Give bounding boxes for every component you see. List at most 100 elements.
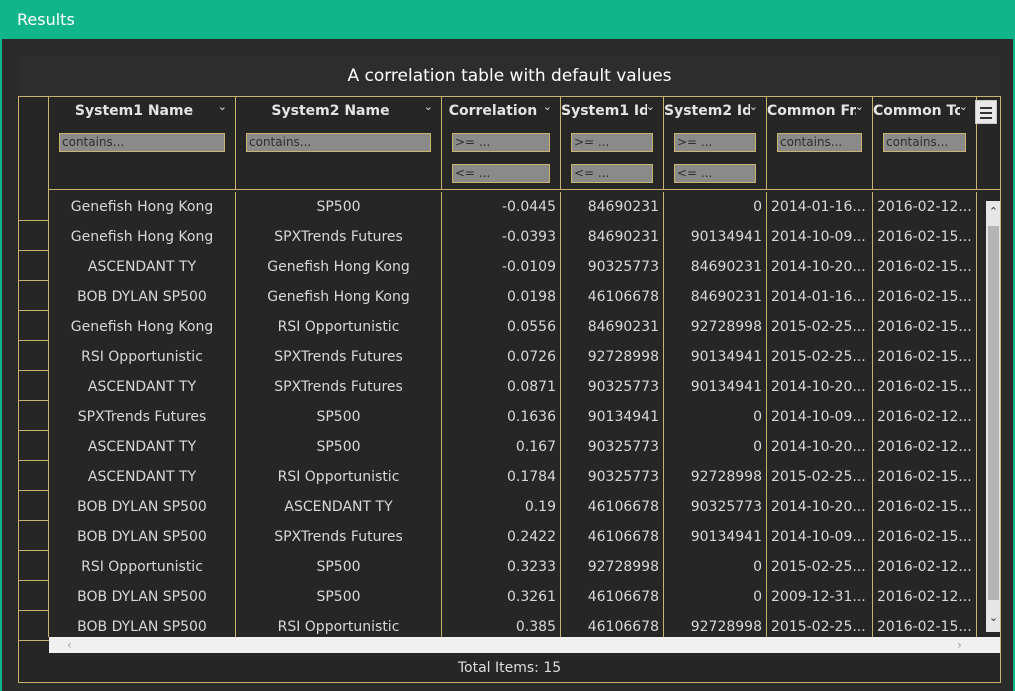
cell-system2-name: SP500 (236, 432, 442, 462)
cell-common-to: 2016-02-12... (873, 432, 977, 462)
column-header-label: Common Fr... (767, 103, 856, 119)
cell-common-to: 2016-02-15... (873, 372, 977, 402)
row-selector[interactable] (19, 311, 49, 341)
filter-input-system1-name[interactable]: contains... (59, 133, 225, 152)
filter-input-common-from[interactable]: contains... (777, 133, 862, 152)
cell-system1-id: 90325773 (561, 372, 664, 402)
row-selector[interactable] (19, 191, 49, 221)
grid-panel: A correlation table with default values … (18, 56, 1001, 683)
row-selector[interactable] (19, 401, 49, 431)
cell-common-to: 2016-02-15... (873, 252, 977, 282)
filter-input-system2-id-max[interactable]: <= ... (674, 164, 756, 183)
chevron-down-icon[interactable]: ⌄ (959, 100, 968, 113)
cell-common-to: 2016-02-12... (873, 552, 977, 582)
filter-input-common-to[interactable]: contains... (883, 133, 966, 152)
table-row[interactable]: ASCENDANT TY Genefish Hong Kong -0.0109 903… (49, 252, 986, 282)
table-row[interactable]: ASCENDANT TY RSI Opportunistic 0.1784 90325… (49, 462, 986, 492)
row-selector[interactable] (19, 521, 49, 551)
column-header-system2-id[interactable]: System2 Id...⌄ >= ... <= ... (664, 97, 767, 190)
chevron-down-icon[interactable]: ⌄ (855, 100, 864, 113)
cell-system2-name: SP500 (236, 552, 442, 582)
cell-system2-id: 90134941 (664, 222, 767, 252)
hamburger-line (980, 112, 992, 114)
column-header-label: System1 Name (74, 103, 194, 119)
chevron-down-icon[interactable]: ⌄ (218, 100, 227, 113)
cell-system1-id: 84690231 (561, 312, 664, 342)
cell-common-to: 2016-02-12... (873, 402, 977, 432)
column-header-label: System2 Name (271, 103, 390, 119)
column-header-common-to[interactable]: Common To...⌄ contains... (873, 97, 977, 190)
filter-input-correlation-max[interactable]: <= ... (452, 164, 550, 183)
row-selector[interactable] (19, 581, 49, 611)
cell-correlation: -0.0109 (442, 252, 561, 282)
table-row[interactable]: Genefish Hong Kong SPXTrends Futures -0.03… (49, 222, 986, 252)
row-selector[interactable] (19, 461, 49, 491)
column-header-system1-id[interactable]: System1 Id...⌄ >= ... <= ... (561, 97, 664, 190)
cell-common-to: 2016-02-15... (873, 342, 977, 372)
table-row[interactable]: Genefish Hong Kong SP500 -0.0445 84690231 0 2… (49, 192, 986, 222)
table-row[interactable]: RSI Opportunistic SP500 0.3233 92728998 0 201… (49, 552, 986, 582)
chevron-down-icon[interactable]: ⌄ (424, 100, 433, 113)
grid-menu-button[interactable] (975, 100, 997, 124)
row-selector[interactable] (19, 371, 49, 401)
cell-system1-name: Genefish Hong Kong (49, 312, 236, 342)
cell-common-from: 2015-02-25... (767, 342, 873, 372)
row-selector[interactable] (19, 341, 49, 371)
table-row[interactable]: RSI Opportunistic SPXTrends Futures 0.0726… (49, 342, 986, 372)
column-header-system1-name[interactable]: System1 Name ⌄ contains... (49, 97, 236, 190)
cell-correlation: 0.2422 (442, 522, 561, 552)
row-selector[interactable] (19, 281, 49, 311)
table-row[interactable]: SPXTrends Futures SP500 0.1636 90134941 0 201… (49, 402, 986, 432)
table-row[interactable]: BOB DYLAN SP500 SPXTrends Futures 0.2422 46… (49, 522, 986, 552)
cell-common-from: 2015-02-25... (767, 612, 873, 637)
column-header-common-from[interactable]: Common Fr...⌄ contains... (767, 97, 873, 190)
table-row[interactable]: BOB DYLAN SP500 Genefish Hong Kong 0.0198 4… (49, 282, 986, 312)
row-selector[interactable] (19, 431, 49, 461)
cell-correlation: 0.0726 (442, 342, 561, 372)
table-row[interactable]: BOB DYLAN SP500 SP500 0.3261 46106678 0 2009-… (49, 582, 986, 612)
horizontal-scrollbar[interactable]: ‹ › (49, 637, 1000, 653)
data-grid: System1 Name ⌄ contains... System2 Name ⌄ con… (18, 96, 1001, 683)
cell-common-from: 2015-02-25... (767, 462, 873, 492)
chevron-down-icon[interactable]: ⌄ (646, 100, 655, 113)
filter-input-system1-id-max[interactable]: <= ... (571, 164, 653, 183)
vertical-scroll-thumb[interactable] (988, 226, 999, 600)
cell-common-from: 2014-10-20... (767, 492, 873, 522)
cell-system1-id: 84690231 (561, 222, 664, 252)
filter-input-system1-id-min[interactable]: >= ... (571, 133, 653, 152)
cell-system2-name: SPXTrends Futures (236, 372, 442, 402)
table-row[interactable]: Genefish Hong Kong RSI Opportunistic 0.055… (49, 312, 986, 342)
scroll-down-icon[interactable]: ⌄ (986, 611, 1000, 624)
row-selector[interactable] (19, 221, 49, 251)
filter-input-system2-id-min[interactable]: >= ... (674, 133, 756, 152)
cell-system2-name: RSI Opportunistic (236, 462, 442, 492)
row-selector[interactable] (19, 251, 49, 281)
chevron-down-icon[interactable]: ⌄ (543, 100, 552, 113)
cell-common-from: 2014-10-09... (767, 522, 873, 552)
table-row[interactable]: ASCENDANT TY SP500 0.167 90325773 0 2014-10-2… (49, 432, 986, 462)
cell-common-from: 2014-01-16... (767, 282, 873, 312)
vertical-scrollbar[interactable]: ⌃ ⌄ (986, 201, 1000, 632)
cell-correlation: 0.1784 (442, 462, 561, 492)
row-selector[interactable] (19, 551, 49, 581)
cell-system2-name: SPXTrends Futures (236, 522, 442, 552)
row-selector[interactable] (19, 491, 49, 521)
filter-input-system2-name[interactable]: contains... (246, 133, 431, 152)
cell-system1-name: ASCENDANT TY (49, 462, 236, 492)
cell-system2-name: SPXTrends Futures (236, 342, 442, 372)
chevron-down-icon[interactable]: ⌄ (749, 100, 758, 113)
scroll-right-icon[interactable]: › (957, 637, 962, 653)
cell-common-to: 2016-02-12... (873, 192, 977, 222)
results-window: Results A correlation table with default… (0, 0, 1015, 691)
table-row[interactable]: BOB DYLAN SP500 RSI Opportunistic 0.385 461… (49, 612, 986, 637)
scroll-left-icon[interactable]: ‹ (67, 637, 72, 653)
column-header-system2-name[interactable]: System2 Name ⌄ contains... (236, 97, 442, 190)
window-title: Results (2, 0, 1013, 39)
table-row[interactable]: ASCENDANT TY SPXTrends Futures 0.0871 90325… (49, 372, 986, 402)
table-row[interactable]: BOB DYLAN SP500 ASCENDANT TY 0.19 46106678 9… (49, 492, 986, 522)
scroll-up-icon[interactable]: ⌃ (986, 205, 1000, 218)
cell-correlation: 0.1636 (442, 402, 561, 432)
row-selector[interactable] (19, 611, 49, 641)
column-header-correlation[interactable]: Correlation ⌄ >= ... <= ... (442, 97, 561, 190)
filter-input-correlation-min[interactable]: >= ... (452, 133, 550, 152)
